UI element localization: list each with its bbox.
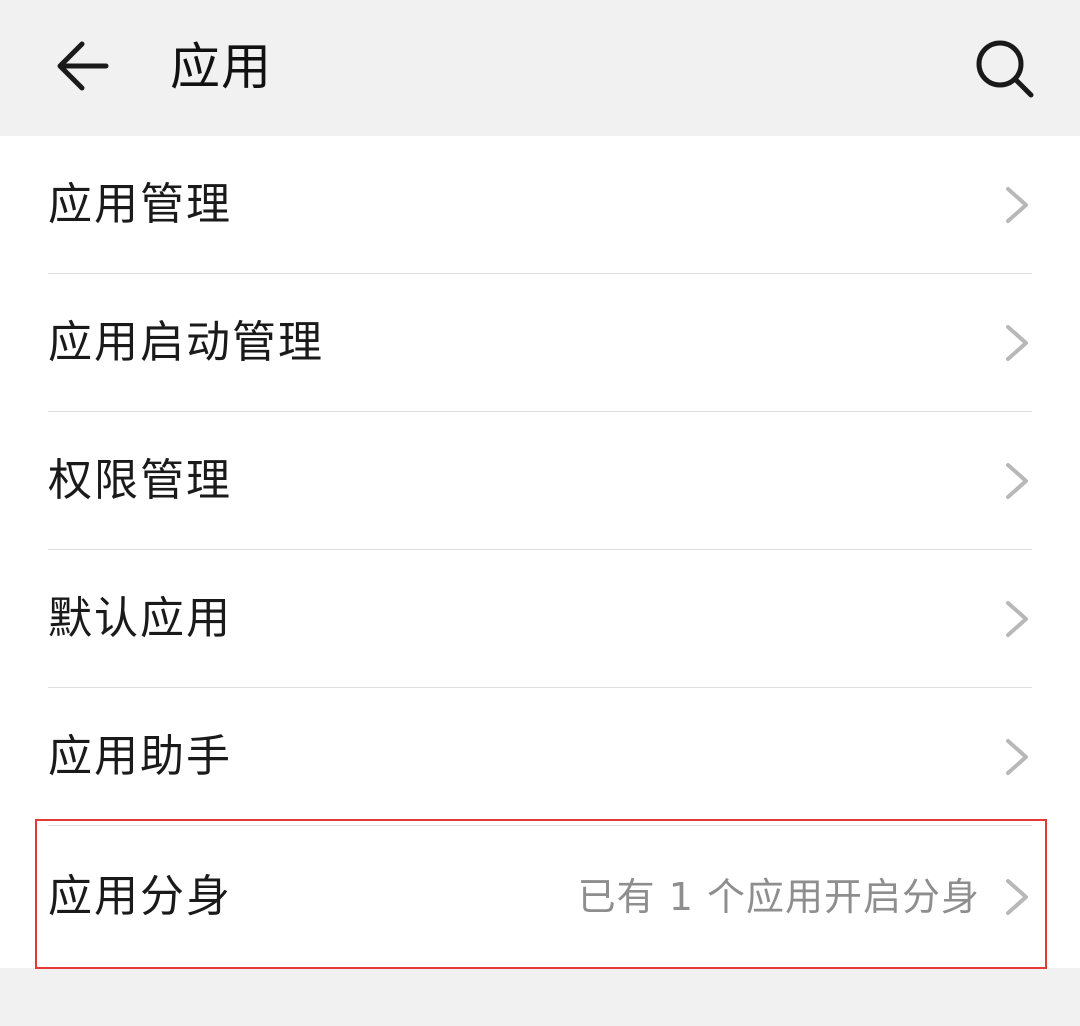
settings-list: 应用管理 应用启动管理 权限管理 默认应用 应用助手 应用分身 已有 1 个应用… bbox=[0, 136, 1080, 968]
menu-item-default-apps[interactable]: 默认应用 bbox=[0, 550, 1080, 688]
arrow-left-icon bbox=[57, 41, 109, 91]
chevron-right-icon bbox=[1006, 463, 1028, 499]
search-button[interactable] bbox=[950, 22, 1040, 112]
menu-item-label: 权限管理 bbox=[48, 455, 232, 506]
chevron-right-icon bbox=[1006, 601, 1028, 637]
page-title: 应用 bbox=[170, 38, 272, 96]
divider bbox=[48, 825, 1032, 826]
menu-item-label: 应用管理 bbox=[48, 179, 232, 230]
menu-item-app-assistant[interactable]: 应用助手 bbox=[0, 688, 1080, 826]
chevron-right-icon bbox=[1006, 187, 1028, 223]
menu-item-app-management[interactable]: 应用管理 bbox=[0, 136, 1080, 274]
chevron-right-icon bbox=[1006, 879, 1028, 915]
menu-item-label: 应用分身 bbox=[48, 871, 232, 922]
search-icon bbox=[976, 40, 1034, 98]
menu-item-label: 应用启动管理 bbox=[48, 317, 324, 368]
menu-item-label: 应用助手 bbox=[48, 731, 232, 782]
app-twin-status: 已有 1 个应用开启分身 bbox=[577, 875, 980, 919]
chevron-right-icon bbox=[1006, 325, 1028, 361]
chevron-right-icon bbox=[1006, 739, 1028, 775]
back-button[interactable] bbox=[40, 22, 130, 112]
menu-item-app-launch-management[interactable]: 应用启动管理 bbox=[0, 274, 1080, 412]
top-app-bar: 应用 bbox=[0, 0, 1080, 134]
menu-item-label: 默认应用 bbox=[48, 593, 232, 644]
menu-item-app-twin[interactable]: 应用分身 已有 1 个应用开启分身 bbox=[0, 828, 1080, 966]
menu-item-permission-management[interactable]: 权限管理 bbox=[0, 412, 1080, 550]
